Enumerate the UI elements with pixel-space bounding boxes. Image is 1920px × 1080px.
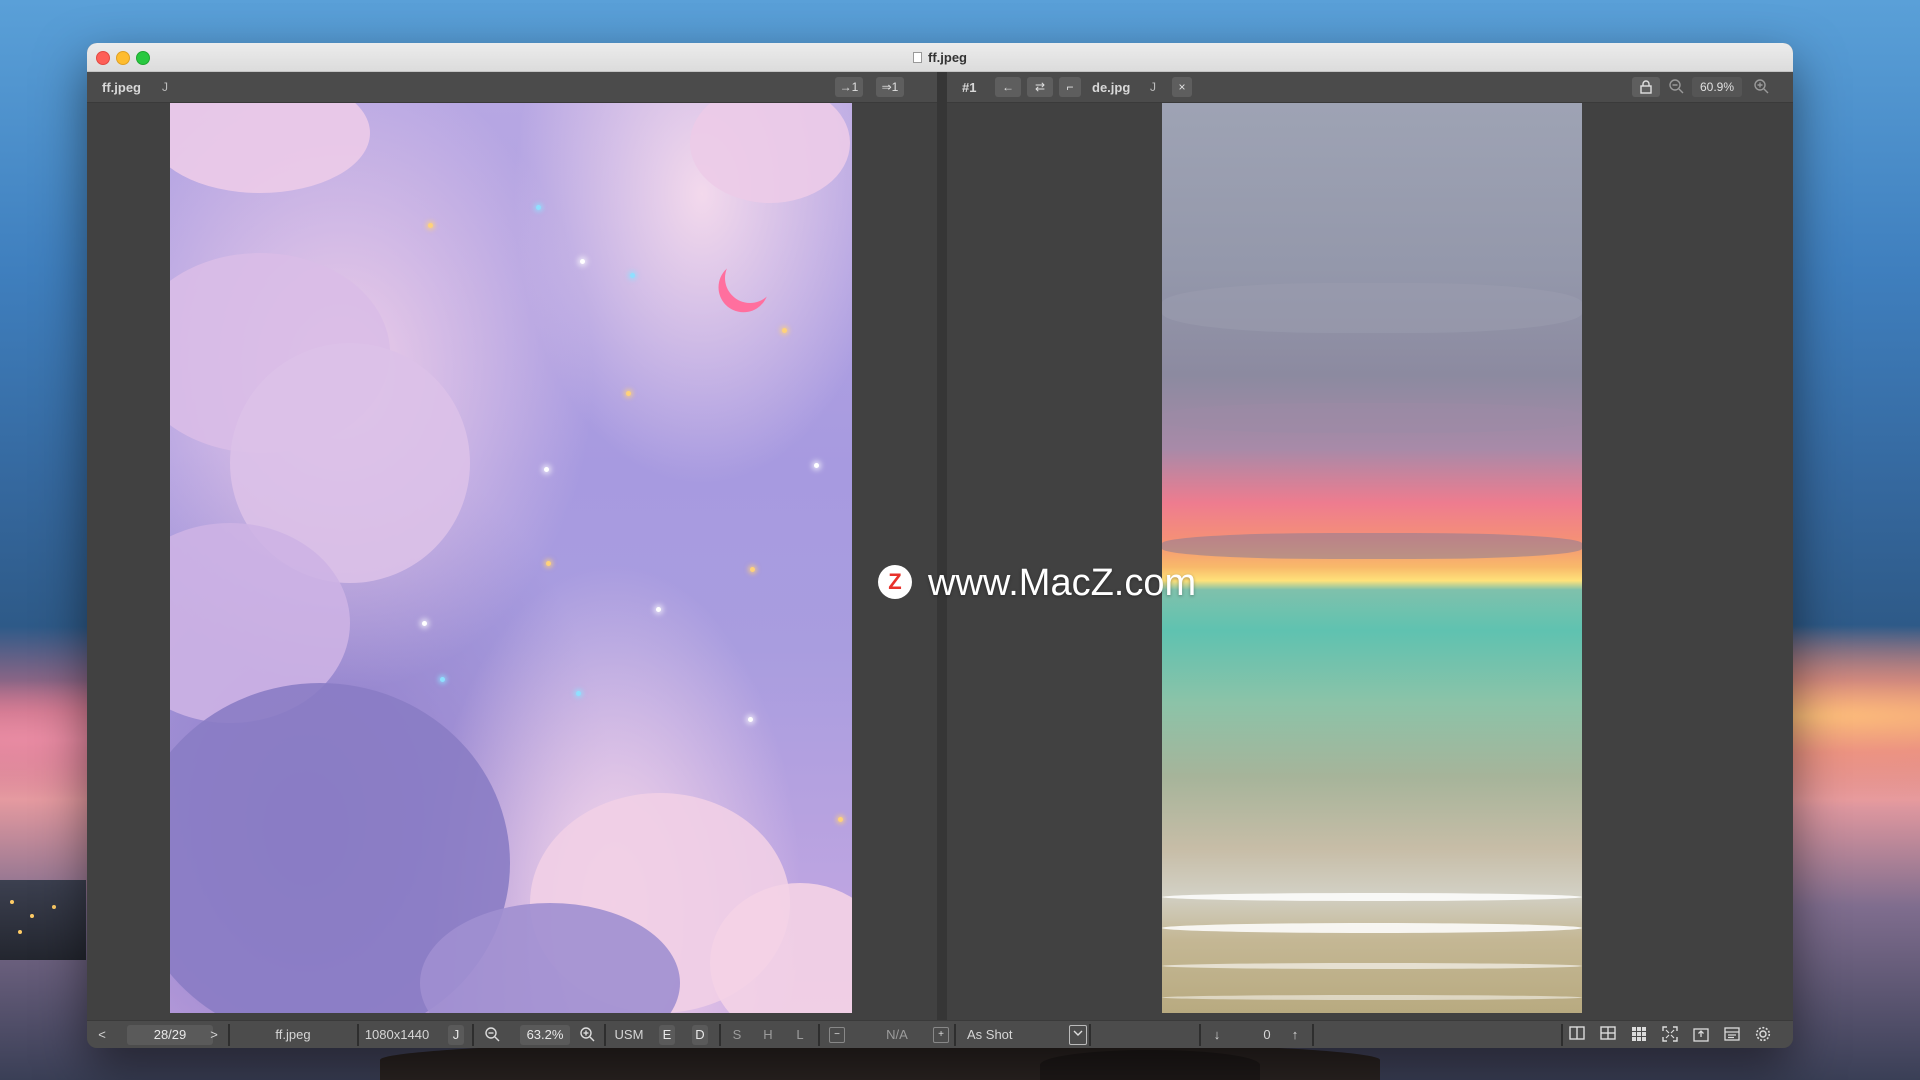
settings-icon[interactable] bbox=[1754, 1026, 1772, 1044]
left-panel-toolbar: ff.jpeg J →1 ⇒1 bbox=[87, 72, 937, 103]
corner-button[interactable]: ⌐ bbox=[1059, 77, 1081, 97]
crescent-moon bbox=[721, 249, 779, 307]
star bbox=[750, 567, 755, 572]
star bbox=[422, 621, 427, 626]
sync-all-to-first-button[interactable]: ⇒1 bbox=[876, 77, 904, 97]
separator bbox=[228, 1024, 230, 1046]
separator bbox=[1312, 1024, 1314, 1046]
export-icon[interactable] bbox=[1692, 1026, 1710, 1044]
right-zoom-level[interactable]: 60.9% bbox=[1692, 77, 1742, 97]
wave-foam bbox=[1162, 893, 1582, 901]
separator bbox=[1199, 1024, 1201, 1046]
zoom-in-icon[interactable] bbox=[1752, 78, 1770, 96]
zoom-in-icon[interactable] bbox=[578, 1026, 596, 1044]
wave-foam bbox=[1162, 923, 1582, 933]
cloud-band bbox=[1162, 533, 1582, 559]
star bbox=[782, 328, 787, 333]
left-image-pane[interactable] bbox=[87, 103, 937, 1020]
star bbox=[536, 205, 541, 210]
watermark-text: www.MacZ.com bbox=[928, 562, 1197, 604]
image-info-icon[interactable] bbox=[1723, 1026, 1741, 1044]
star bbox=[814, 463, 819, 468]
right-panel-toolbar: #1 ← ⇄ ⌐ de.jpg J × 60.9% bbox=[947, 72, 1793, 103]
watermark-logo: Z bbox=[878, 565, 912, 599]
separator bbox=[357, 1024, 359, 1046]
e-button[interactable]: E bbox=[659, 1025, 675, 1045]
separator bbox=[604, 1024, 606, 1046]
star bbox=[656, 607, 661, 612]
cloud bbox=[690, 103, 850, 203]
chevron-down-icon[interactable] bbox=[1069, 1025, 1087, 1045]
usm-button[interactable]: USM bbox=[612, 1021, 646, 1048]
separator bbox=[472, 1024, 474, 1046]
status-bar: < 28/29 > ff.jpeg 1080x1440 J 63.2% USM … bbox=[87, 1020, 1793, 1048]
star bbox=[838, 817, 843, 822]
star bbox=[580, 259, 585, 264]
sync-to-first-button[interactable]: →1 bbox=[835, 77, 863, 97]
left-image-sky[interactable] bbox=[170, 103, 852, 1013]
zoom-level[interactable]: 63.2% bbox=[520, 1025, 570, 1045]
separator bbox=[719, 1024, 721, 1046]
lock-icon bbox=[1640, 80, 1652, 94]
separator bbox=[1089, 1024, 1091, 1046]
cloud-band bbox=[1162, 403, 1582, 433]
increase-button[interactable]: + bbox=[933, 1027, 949, 1043]
wave-foam bbox=[1162, 963, 1582, 969]
d-button[interactable]: D bbox=[692, 1025, 708, 1045]
image-dimensions: 1080x1440 bbox=[364, 1027, 430, 1042]
separator bbox=[1561, 1024, 1563, 1046]
left-filename: ff.jpeg bbox=[102, 80, 141, 95]
right-filename: de.jpg bbox=[1092, 80, 1131, 95]
left-j-indicator[interactable]: J bbox=[162, 80, 168, 94]
star bbox=[428, 223, 433, 228]
l-button[interactable]: L bbox=[790, 1021, 810, 1048]
exposure-value[interactable]: 0 bbox=[1247, 1021, 1287, 1048]
zoom-out-icon[interactable] bbox=[1667, 78, 1685, 96]
swap-button[interactable]: ⇄ bbox=[1027, 77, 1053, 97]
cloud bbox=[170, 103, 370, 193]
star bbox=[748, 717, 753, 722]
app-window: ff.jpeg ff.jpeg J →1 ⇒1 #1 ← ⇄ ⌐ de.jpg … bbox=[87, 43, 1793, 1048]
white-balance-select[interactable]: As Shot bbox=[967, 1021, 1037, 1048]
wave-foam bbox=[1162, 995, 1582, 1000]
status-filename: ff.jpeg bbox=[275, 1027, 311, 1042]
desktop-city-lights bbox=[0, 880, 86, 960]
zoom-out-icon[interactable] bbox=[483, 1026, 501, 1044]
window-title-text: ff.jpeg bbox=[928, 50, 967, 65]
star bbox=[544, 467, 549, 472]
na-value: N/A bbox=[886, 1027, 908, 1042]
star bbox=[546, 561, 551, 566]
separator bbox=[954, 1024, 956, 1046]
grid-2x2-icon[interactable] bbox=[1599, 1026, 1617, 1044]
desktop-rocks-2 bbox=[1040, 1050, 1260, 1080]
s-button[interactable]: S bbox=[727, 1021, 747, 1048]
star bbox=[626, 391, 631, 396]
next-image-button[interactable]: > bbox=[204, 1021, 224, 1048]
star bbox=[576, 691, 581, 696]
fullscreen-icon[interactable] bbox=[1661, 1026, 1679, 1044]
title-bar: ff.jpeg bbox=[87, 43, 1793, 72]
h-button[interactable]: H bbox=[758, 1021, 778, 1048]
star bbox=[630, 273, 635, 278]
separator bbox=[818, 1024, 820, 1046]
exposure-down-button[interactable]: ↓ bbox=[1207, 1021, 1227, 1048]
lock-button[interactable] bbox=[1632, 77, 1660, 97]
right-panel-index: #1 bbox=[962, 80, 977, 95]
previous-image-button[interactable]: < bbox=[92, 1021, 112, 1048]
grid-3x3-icon[interactable] bbox=[1630, 1026, 1648, 1044]
single-view-icon[interactable] bbox=[1568, 1026, 1586, 1044]
right-image-beach[interactable] bbox=[1162, 103, 1582, 1013]
prev-arrow-button[interactable]: ← bbox=[995, 77, 1021, 97]
right-j-indicator[interactable]: J bbox=[1150, 80, 1156, 94]
cloud-band bbox=[1162, 283, 1582, 333]
exposure-up-button[interactable]: ↑ bbox=[1285, 1021, 1305, 1048]
decrease-button[interactable]: − bbox=[829, 1027, 845, 1043]
panel-divider[interactable] bbox=[937, 72, 947, 1020]
window-title: ff.jpeg bbox=[87, 50, 1793, 65]
document-icon bbox=[913, 52, 922, 63]
page-counter[interactable]: 28/29 bbox=[127, 1025, 213, 1045]
close-compare-button[interactable]: × bbox=[1172, 77, 1192, 97]
star bbox=[440, 677, 445, 682]
jpeg-indicator[interactable]: J bbox=[448, 1025, 464, 1045]
